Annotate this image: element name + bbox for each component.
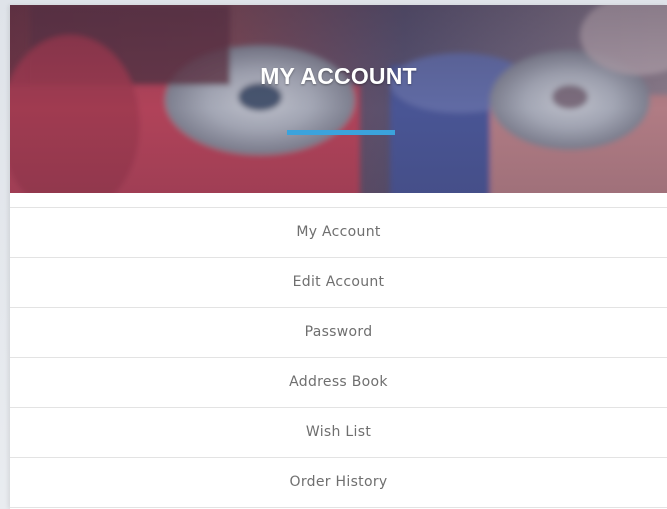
menu-top-spacer [10,193,667,208]
title-underline [287,130,395,135]
menu-item-order-history[interactable]: Order History [10,458,667,508]
menu-item-edit-account[interactable]: Edit Account [10,258,667,308]
page-background: MY ACCOUNT My Account Edit Account Passw… [0,0,667,509]
banner-overlay [10,5,667,193]
menu-item-address-book[interactable]: Address Book [10,358,667,408]
account-banner: MY ACCOUNT [10,5,667,193]
page-title: MY ACCOUNT [260,63,417,89]
account-panel: MY ACCOUNT My Account Edit Account Passw… [10,5,667,509]
menu-item-password[interactable]: Password [10,308,667,358]
account-menu: My Account Edit Account Password Address… [10,208,667,508]
menu-item-wish-list[interactable]: Wish List [10,408,667,458]
menu-item-my-account[interactable]: My Account [10,208,667,258]
